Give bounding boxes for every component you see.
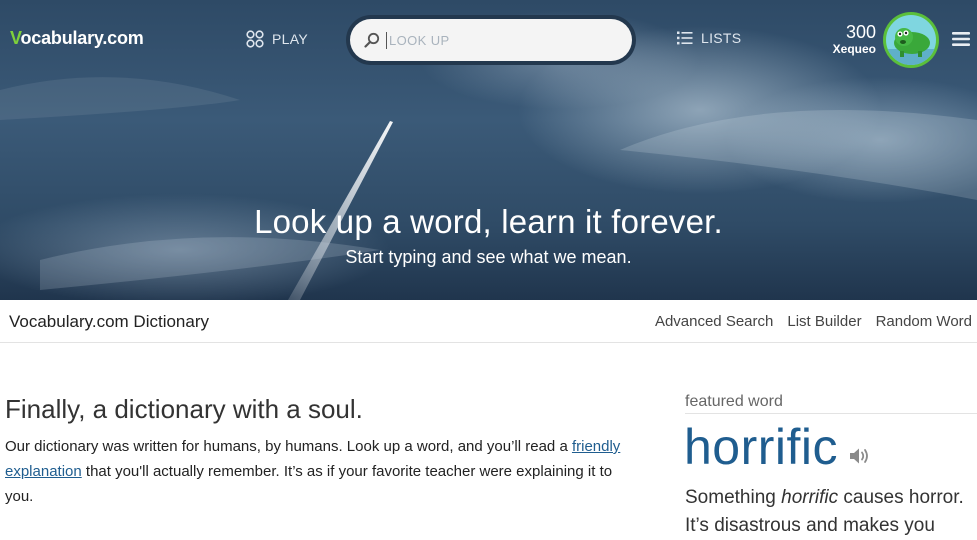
hero-title: Look up a word, learn it forever. xyxy=(254,203,723,240)
user-points[interactable]: 300 Xequeo xyxy=(826,22,876,56)
featured-divider xyxy=(685,413,977,414)
hero-banner: Vocabulary.com PLAY LOOK UP LISTS 300 Xe… xyxy=(0,0,977,300)
points-count: 300 xyxy=(845,22,876,42)
logo-text: ocabulary.com xyxy=(20,28,144,48)
search-box[interactable] xyxy=(350,19,632,61)
search-container xyxy=(346,15,636,65)
featured-word-label: featured word xyxy=(685,393,783,410)
logo-v: V xyxy=(10,28,21,48)
play-nav-button[interactable]: PLAY xyxy=(246,30,308,48)
lists-nav-button[interactable]: LISTS xyxy=(677,30,741,46)
dictionary-links: Advanced Search List Builder Random Word xyxy=(655,313,972,330)
featured-definition: Something horrific causes horror. It’s d… xyxy=(685,484,977,540)
definition-text-1: Something xyxy=(685,487,782,508)
list-icon xyxy=(677,31,693,45)
dictionary-subheader: Vocabulary.com Dictionary Advanced Searc… xyxy=(0,300,977,343)
intro-heading: Finally, a dictionary with a soul. xyxy=(5,394,363,424)
play-grid-icon xyxy=(246,30,264,48)
advanced-search-link[interactable]: Advanced Search xyxy=(655,313,773,330)
play-label: PLAY xyxy=(272,31,308,47)
logo[interactable]: Vocabulary.com xyxy=(10,28,144,49)
intro-paragraph: Our dictionary was written for humans, b… xyxy=(5,434,625,509)
hero-subtitle: Start typing and see what we mean. xyxy=(345,247,632,267)
pronunciation-button[interactable] xyxy=(849,446,871,471)
username: Xequeo xyxy=(832,42,876,56)
random-word-link[interactable]: Random Word xyxy=(876,313,972,330)
definition-emphasis: horrific xyxy=(781,487,839,508)
intro-text-2: that you'll actually remember. It’s as i… xyxy=(5,463,613,505)
list-builder-link[interactable]: List Builder xyxy=(787,313,861,330)
lists-label: LISTS xyxy=(701,30,742,46)
search-input[interactable] xyxy=(386,31,611,49)
intro-text-1: Our dictionary was written for humans, b… xyxy=(5,438,572,455)
avatar-image xyxy=(886,15,936,65)
hamburger-menu-button[interactable] xyxy=(952,31,970,52)
dictionary-title[interactable]: Vocabulary.com Dictionary xyxy=(9,312,209,332)
search-icon xyxy=(364,32,380,48)
hamburger-menu-icon xyxy=(952,32,970,46)
featured-word[interactable]: horrific xyxy=(684,418,838,476)
speaker-icon xyxy=(850,448,868,464)
avatar-creature xyxy=(886,28,936,65)
avatar[interactable] xyxy=(883,12,939,68)
